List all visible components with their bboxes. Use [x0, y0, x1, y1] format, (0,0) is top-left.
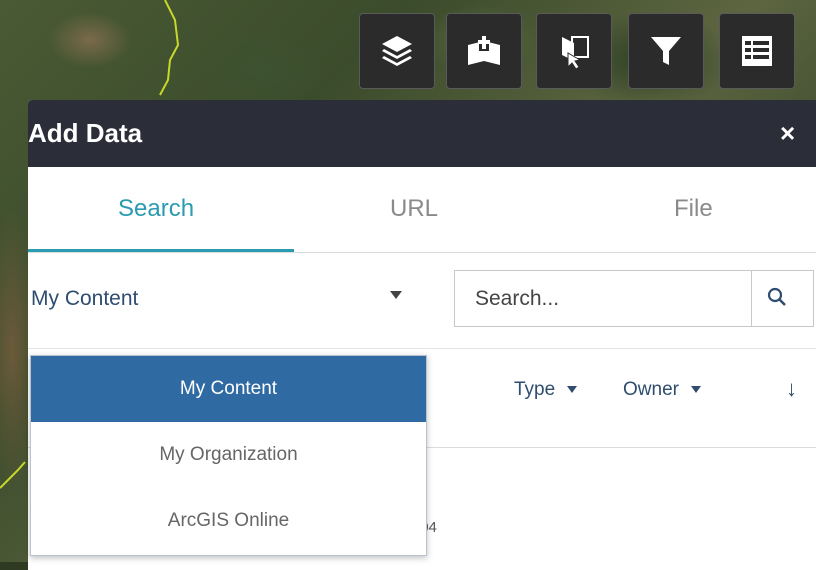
attribute-table-button[interactable] [719, 13, 795, 89]
layers-icon [382, 36, 412, 66]
tab-file[interactable]: File [674, 195, 713, 223]
search-input[interactable]: Search... [454, 270, 814, 327]
dropdown-option-my-content[interactable]: My Content [31, 356, 426, 422]
panel-header: Add Data × [28, 100, 816, 167]
panel-title: Add Data [28, 118, 143, 148]
select-icon [562, 36, 589, 70]
dropdown-option-arcgis-online[interactable]: ArcGIS Online [31, 488, 426, 554]
sort-owner-button[interactable]: Owner [623, 379, 701, 401]
search-placeholder[interactable]: Search... [475, 287, 559, 311]
select-button[interactable] [536, 13, 612, 89]
content-source-select[interactable]: My Content [31, 287, 138, 311]
filter-row: My Content Search... [28, 253, 816, 349]
add-data-button[interactable] [446, 13, 522, 89]
tab-url[interactable]: URL [390, 195, 438, 223]
caret-down-icon [690, 386, 701, 394]
active-tab-indicator [28, 249, 294, 252]
caret-down-icon [567, 386, 578, 394]
sort-owner-label: Owner [623, 379, 679, 400]
search-divider [751, 271, 752, 326]
tab-search[interactable]: Search [118, 195, 194, 223]
attribute-table-icon [742, 36, 772, 66]
dropdown-option-my-organization[interactable]: My Organization [31, 422, 426, 488]
search-icon[interactable] [765, 285, 789, 309]
close-button[interactable]: × [780, 118, 795, 148]
filter-button[interactable] [628, 13, 704, 89]
filter-icon [651, 37, 681, 65]
chevron-down-icon[interactable] [390, 291, 402, 299]
sort-type-label: Type [514, 379, 556, 400]
add-data-icon [468, 35, 500, 65]
sort-direction-icon[interactable]: ↓ [786, 376, 797, 402]
layers-button[interactable] [359, 13, 435, 89]
sort-type-button[interactable]: Type [514, 379, 578, 401]
tab-bar: Search URL File [28, 167, 816, 253]
content-source-dropdown: My Content My Organization ArcGIS Online [30, 355, 427, 556]
